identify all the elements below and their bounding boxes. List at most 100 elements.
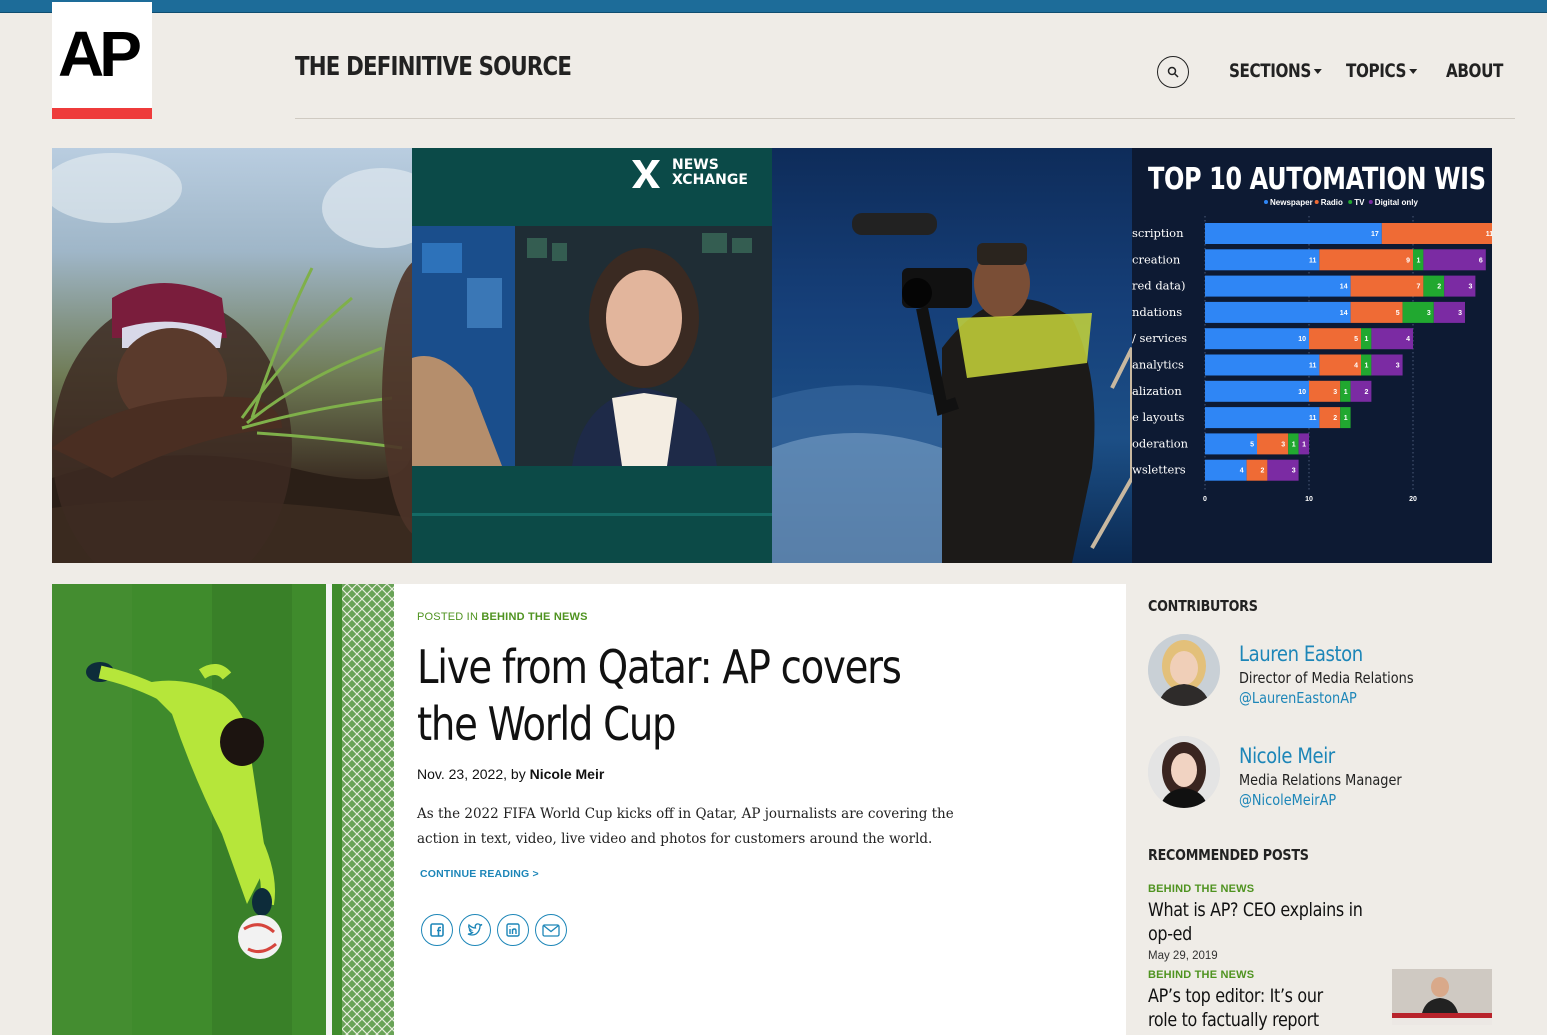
nav-sections[interactable]: SECTIONS [1229,60,1323,82]
facebook-icon [430,923,444,937]
article-category-link[interactable]: BEHIND THE NEWS [481,611,587,623]
recommended-heading: RECOMMENDED POSTS [1148,846,1309,864]
bar-value-label: 3 [1292,468,1296,475]
bar-value-label: 6 [1479,257,1483,264]
bar-segment [1350,275,1424,297]
videographer-image [772,213,1132,563]
bar-value-label: 17 [1371,231,1379,238]
recommended-date: May 29, 2019 [1148,950,1218,962]
bar-value-label: 3 [1333,389,1337,396]
recommended-category[interactable]: BEHIND THE NEWS [1148,883,1493,895]
nav-topics[interactable]: TOPICS [1346,60,1418,82]
bar-value-label: 14 [1340,310,1348,317]
bar-value-label: 3 [1281,441,1285,448]
contributor-name-link[interactable]: Nicole Meir [1239,744,1335,768]
bar-segment [1205,354,1320,376]
recommended-thumbnail[interactable] [1392,969,1492,1025]
share-twitter-button[interactable] [459,914,491,946]
bar-segment [1205,328,1309,350]
nav-topics-label: TOPICS [1346,60,1407,82]
nav-about[interactable]: ABOUT [1446,60,1503,82]
recommended-post[interactable]: BEHIND THE NEWS What is AP? CEO explains… [1148,883,1493,962]
bar-value-label: 11 [1309,363,1317,370]
recommended-post[interactable]: BEHIND THE NEWS AP’s top editor: It’s ou… [1148,969,1493,1035]
hero-carousel: NEWS XCHANGE TOP 10 AUTOMATION WIS Newsp… [52,148,1492,563]
category-label: scription [1132,226,1184,240]
bar-value-label: 7 [1416,284,1420,291]
automation-bar-chart: Newspaper Radio TV Digital only 0 10 20 scripti… [1132,198,1492,503]
category-label: / services [1132,331,1187,345]
legend-label: Radio [1321,198,1343,207]
bar-value-label: 2 [1437,284,1441,291]
hero-panel-automation-chart[interactable]: TOP 10 AUTOMATION WIS Newspaper Radio TV Di… [1132,148,1492,563]
bar-value-label: 4 [1354,363,1358,370]
site-tagline: THE DEFINITIVE SOURCE [295,52,572,82]
avatar[interactable] [1148,736,1220,808]
legend-label: Newspaper [1270,198,1313,207]
search-button[interactable] [1157,56,1189,88]
logo-text: AP [58,18,142,90]
hero-panel-videographer[interactable] [772,148,1132,563]
bar-value-label: 1 [1416,257,1420,264]
share-email-button[interactable] [535,914,567,946]
bar-value-label: 1 [1364,363,1368,370]
share-facebook-button[interactable] [421,914,453,946]
bar-value-label: 11 [1309,257,1317,264]
avatar[interactable] [1148,634,1220,706]
article-author-link[interactable]: Nicole Meir [530,766,605,782]
bar-value-label: 3 [1427,310,1431,317]
bar-value-label: 3 [1468,284,1472,291]
contributor-name-link[interactable]: Lauren Easton [1239,642,1363,666]
recommended-title[interactable]: AP’s top editor: It’s our role to factua… [1148,984,1333,1035]
avatar-image [1148,736,1220,808]
email-icon [542,923,560,937]
continue-reading-link[interactable]: CONTINUE READING > [420,868,539,880]
bar-segment [1381,223,1492,244]
legend-swatch [1314,200,1319,204]
legend-swatch [1368,200,1373,204]
recommended-title[interactable]: What is AP? CEO explains in op-ed [1148,898,1392,946]
planting-image [52,153,412,563]
top-accent-bar [0,0,1547,13]
chevron-down-icon [1314,69,1323,74]
nav-sections-label: SECTIONS [1229,60,1311,82]
ap-logo[interactable]: AP [52,2,152,119]
bar-value-label: 5 [1354,336,1358,343]
twitter-icon [467,923,483,936]
hero-panel-news-xchange[interactable]: NEWS XCHANGE [412,148,772,563]
bar-value-label: 1 [1364,336,1368,343]
share-linkedin-button[interactable] [497,914,529,946]
category-label: creation [1132,252,1181,266]
featured-image-goalkeeper[interactable] [52,584,394,1035]
x-tick-label: 0 [1203,496,1207,503]
bar-value-label: 10 [1298,389,1306,396]
bar-value-label: 10 [1298,336,1306,343]
category-label: analytics [1132,358,1184,372]
bar-segment [1205,275,1351,297]
contributor-role: Media Relations Manager [1239,771,1402,789]
category-label: e layouts [1132,410,1184,424]
posted-in-label: POSTED IN [417,611,479,623]
contributors-heading: CONTRIBUTORS [1148,597,1258,615]
thumbnail-image [1392,969,1492,1025]
goalkeeper-image [52,584,394,1035]
bar-value-label: 5 [1396,310,1400,317]
category-label: alization [1132,384,1182,398]
bar-value-label: 11 [1486,231,1492,238]
article-excerpt: As the 2022 FIFA World Cup kicks off in … [417,806,954,847]
header-divider [295,118,1515,119]
hero-panel-planting[interactable] [52,148,412,563]
contributor-twitter-link[interactable]: @LaurenEastonAP [1239,689,1357,707]
bar-value-label: 5 [1250,441,1254,448]
bar-value-label: 1 [1344,415,1348,422]
contributor-card: Nicole Meir Media Relations Manager @Nic… [1148,736,1493,816]
bar-segment [1423,249,1486,271]
bar-value-label: 11 [1309,415,1317,422]
category-label: red data) [1132,279,1186,293]
bar-segment [1205,223,1382,244]
contributor-twitter-link[interactable]: @NicoleMeirAP [1239,791,1336,809]
category-label: ndations [1132,305,1182,319]
legend-label: Digital only [1375,198,1419,207]
featured-article: POSTED IN BEHIND THE NEWS Live from Qata… [394,584,1126,1035]
article-headline[interactable]: Live from Qatar: AP covers the World Cup [417,639,955,753]
